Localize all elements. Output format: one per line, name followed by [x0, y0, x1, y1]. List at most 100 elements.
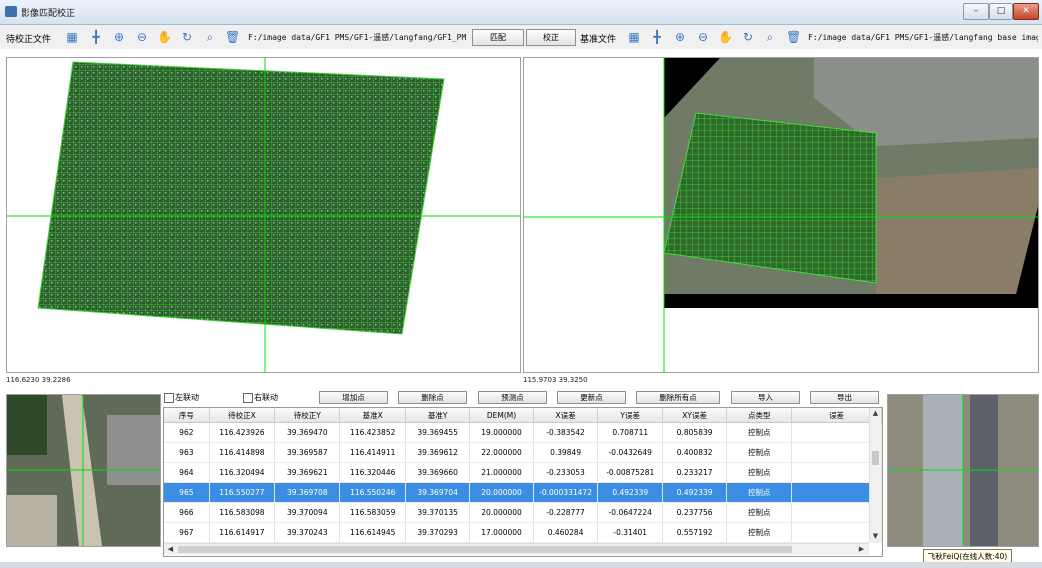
table-cell: 966 [164, 502, 210, 523]
table-cell: 0.233217 [662, 462, 728, 483]
column-header[interactable]: 待校正Y [274, 408, 341, 423]
pan-hand-icon-right[interactable]: ✋ [718, 30, 733, 44]
zoom-in-icon-right[interactable]: ⊕ [673, 30, 687, 44]
source-image-view[interactable] [6, 57, 521, 373]
update-point-button[interactable]: 更新点 [557, 391, 626, 404]
table-cell: 39.369470 [274, 422, 341, 443]
column-header[interactable]: X误差 [533, 408, 599, 423]
zoom-fit-icon-right[interactable]: ⌕ [763, 30, 777, 44]
table-cell: 116.550246 [339, 482, 406, 503]
column-header[interactable]: 待校正X [209, 408, 276, 423]
table-cell: 116.423926 [209, 422, 276, 443]
table-cell: 0.400832 [662, 442, 728, 463]
horizontal-scroll-thumb[interactable] [178, 546, 792, 553]
column-header[interactable]: XY误差 [662, 408, 728, 423]
table-cell: 39.369708 [274, 482, 341, 503]
delete-icon[interactable]: 🗑 [225, 30, 240, 44]
table-row[interactable]: 967 116.614917 39.370243 116.614945 39.37029… [164, 522, 882, 543]
table-cell: 19.000000 [469, 422, 534, 443]
column-header[interactable]: Y误差 [597, 408, 664, 423]
table-cell: 0.237756 [662, 502, 728, 523]
table-cell: -0.233053 [533, 462, 599, 483]
table-cell: 962 [164, 422, 210, 443]
table-cell: 116.320494 [209, 462, 276, 483]
delete-icon-right[interactable]: 🗑 [786, 30, 801, 44]
table-cell: -0.00875281 [597, 462, 664, 483]
scroll-up-arrow[interactable]: ▲ [870, 408, 881, 419]
left-link-label: 左联动 [175, 393, 199, 402]
zoom-building-2 [7, 495, 57, 546]
reference-cursor-coordinate: 115.9703 39.3250 [523, 376, 588, 384]
reference-tie-point-grid [663, 112, 877, 284]
export-button[interactable]: 导出 [810, 391, 879, 404]
delete-all-points-button[interactable]: 删除所有点 [636, 391, 720, 404]
zoom-out-icon-right[interactable]: ⊖ [696, 30, 710, 44]
right-link-checkbox[interactable] [243, 393, 253, 403]
table-row[interactable]: 966 116.583098 39.370094 116.583059 39.37013… [164, 502, 882, 523]
reference-zoom-view[interactable] [887, 394, 1039, 547]
delete-point-button[interactable]: 删除点 [398, 391, 467, 404]
table-cell: -0.31401 [597, 522, 664, 543]
table-row[interactable]: 964 116.320494 39.369621 116.320446 39.36966… [164, 462, 882, 483]
control-point-table[interactable]: 序号 待校正X 待校正Y 基准X 基准Y DEM(M) X误差 Y误差 XY误差 点类型 误差 96… [163, 407, 883, 557]
column-header[interactable]: 基准Y [405, 408, 471, 423]
crosshair-icon-right[interactable]: ╋ [650, 30, 664, 44]
grid-icon-right[interactable]: ▦ [627, 30, 641, 44]
table-row[interactable]: 965 116.550277 39.369708 116.550246 39.36970… [164, 482, 882, 503]
reference-file-path[interactable]: F:/image data/GF1 PMS/GF1-遥感/langfang ba… [808, 32, 1038, 43]
table-cell: 17.000000 [469, 522, 534, 543]
column-header[interactable]: 序号 [164, 408, 210, 423]
column-header[interactable]: 点类型 [726, 408, 793, 423]
zoom-fit-icon[interactable]: ⌕ [203, 30, 217, 44]
minimize-button[interactable]: – [963, 3, 989, 20]
scroll-left-arrow[interactable]: ◀ [166, 544, 175, 555]
table-cell: 39.370094 [274, 502, 341, 523]
source-zoom-view[interactable] [6, 394, 161, 547]
close-button[interactable]: ✕ [1013, 3, 1039, 20]
table-cell: 116.614945 [339, 522, 406, 543]
table-cell: 39.370243 [274, 522, 341, 543]
rotate-icon[interactable]: ↻ [180, 30, 194, 44]
table-cell: -0.000331472 [533, 482, 599, 503]
vertical-scroll-thumb[interactable] [872, 451, 879, 465]
right-link-label: 右联动 [254, 393, 278, 402]
add-point-button[interactable]: 增加点 [319, 391, 388, 404]
table-cell: 21.000000 [469, 462, 534, 483]
table-cell: 116.550277 [209, 482, 276, 503]
table-row[interactable]: 962 116.423926 39.369470 116.423852 39.36945… [164, 422, 882, 443]
table-horizontal-scrollbar[interactable]: ◀ ▶ [164, 543, 869, 555]
crosshair-icon[interactable]: ╋ [89, 30, 103, 44]
table-cell: -0.0432649 [597, 442, 664, 463]
source-image-canvas[interactable] [7, 58, 520, 372]
reference-image-canvas[interactable] [524, 58, 1038, 372]
import-button[interactable]: 导入 [731, 391, 800, 404]
table-cell: 控制点 [726, 482, 793, 503]
reference-image-view[interactable] [523, 57, 1039, 373]
table-vertical-scrollbar[interactable]: ▲ ▼ [869, 408, 881, 542]
column-header[interactable]: DEM(M) [469, 408, 534, 423]
column-header[interactable]: 基准X [339, 408, 406, 423]
zoom-in-icon[interactable]: ⊕ [112, 30, 126, 44]
table-header: 序号 待校正X 待校正Y 基准X 基准Y DEM(M) X误差 Y误差 XY误差 点类型 误差 [164, 408, 882, 423]
reference-file-label: 基准文件 [580, 35, 617, 45]
table-cell: -0.383542 [533, 422, 599, 443]
table-cell: 控制点 [726, 502, 793, 523]
zoom-out-icon[interactable]: ⊖ [135, 30, 149, 44]
pan-hand-icon[interactable]: ✋ [157, 30, 172, 44]
correct-button[interactable]: 校正 [526, 29, 576, 46]
grid-icon[interactable]: ▦ [65, 30, 79, 44]
scroll-right-arrow[interactable]: ▶ [857, 544, 866, 555]
table-cell: 39.370135 [405, 502, 471, 523]
rotate-icon-right[interactable]: ↻ [741, 30, 755, 44]
table-cell: 39.369704 [405, 482, 471, 503]
predict-point-button[interactable]: 预测点 [478, 391, 547, 404]
table-row[interactable]: 963 116.414898 39.369587 116.414911 39.36961… [164, 442, 882, 463]
source-file-path[interactable]: F:/image data/GF1 PMS/GF1-遥感/langfang/GF… [248, 32, 466, 43]
source-image-footprint [37, 61, 445, 335]
match-button[interactable]: 匹配 [472, 29, 524, 46]
left-link-checkbox[interactable] [164, 393, 174, 403]
table-cell: 116.583059 [339, 502, 406, 523]
maximize-button[interactable]: □ [989, 3, 1013, 20]
zoom-vegetation [7, 395, 47, 455]
scroll-down-arrow[interactable]: ▼ [870, 531, 881, 542]
